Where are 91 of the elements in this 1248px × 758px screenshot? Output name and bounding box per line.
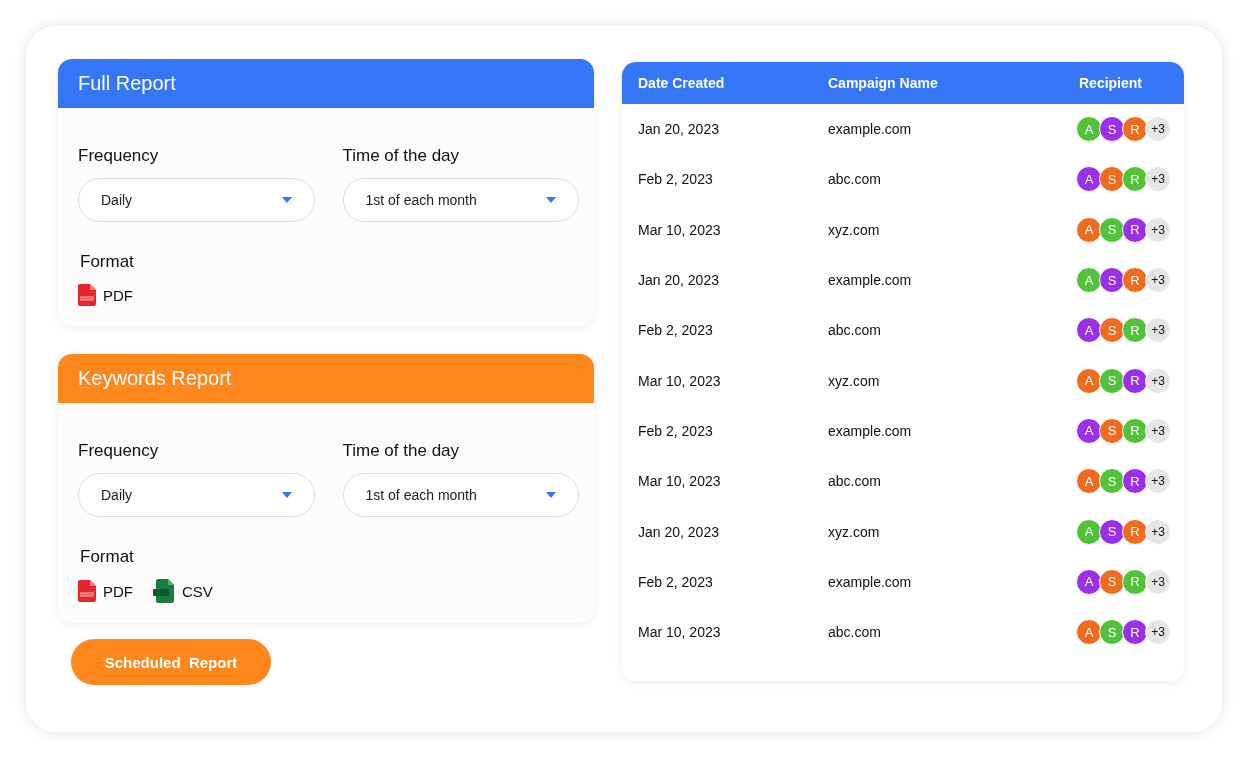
caret-icon <box>281 197 292 203</box>
column-header: Campaign Name <box>828 75 939 91</box>
avatar: R <box>1122 568 1148 595</box>
avatar: S <box>1099 216 1125 243</box>
panel-title: Full Report <box>78 72 176 95</box>
avatar: A <box>1076 317 1102 344</box>
more-count: +3 <box>1145 267 1171 294</box>
format-label: Format <box>80 547 135 567</box>
avatar: S <box>1099 166 1125 193</box>
table-cell-text: Mar 10, 2023 <box>637 372 722 389</box>
table-cell-text: abc.com <box>828 171 882 188</box>
avatar: R <box>1122 267 1148 294</box>
field-label: Time of the day <box>342 146 461 166</box>
avatar: R <box>1122 468 1148 495</box>
more-count: +3 <box>1145 317 1171 344</box>
more-count: +3 <box>1145 568 1171 595</box>
avatar: S <box>1099 116 1125 143</box>
avatar: A <box>1076 367 1102 394</box>
caret-icon <box>546 492 556 498</box>
avatar: A <box>1076 619 1102 646</box>
more-count: +3 <box>1145 417 1171 444</box>
more-count: +3 <box>1145 518 1171 545</box>
more-count: +3 <box>1145 619 1171 646</box>
caret-icon <box>281 492 292 498</box>
table-cell-text: abc.com <box>828 473 882 490</box>
avatar: S <box>1099 367 1125 394</box>
table-cell-text: Jan 20, 2023 <box>637 523 720 540</box>
table-cell-text: example.com <box>828 573 913 590</box>
avatar: R <box>1122 317 1148 344</box>
field-label: Frequency <box>78 146 160 166</box>
table-cell-text: Feb 2, 2023 <box>637 171 714 188</box>
format-option[interactable]: PDF <box>78 579 133 603</box>
table-cell-text: Mar 10, 2023 <box>637 624 722 641</box>
table-cell-text: Jan 20, 2023 <box>637 272 720 289</box>
format-option[interactable]: PDF <box>78 284 133 306</box>
avatar: A <box>1076 267 1102 294</box>
avatar: R <box>1122 166 1148 193</box>
avatar: R <box>1122 116 1148 143</box>
pdf-file-icon <box>78 284 96 306</box>
table-cell-text: Mar 10, 2023 <box>637 473 722 490</box>
pdf-file-icon <box>78 580 96 602</box>
table-cell-text: xyz.com <box>828 221 881 238</box>
table-cell-text: Jan 20, 2023 <box>637 121 720 138</box>
avatar: R <box>1122 417 1148 444</box>
more-count: +3 <box>1145 367 1171 394</box>
avatar: R <box>1122 216 1148 243</box>
caret-icon <box>546 197 556 203</box>
csv-file-icon <box>153 579 175 603</box>
more-count: +3 <box>1145 166 1171 193</box>
avatar: R <box>1122 518 1148 545</box>
table-cell-text: example.com <box>828 121 913 138</box>
format-option[interactable]: CSV <box>153 579 213 603</box>
avatar: A <box>1076 166 1102 193</box>
more-count: +3 <box>1145 216 1171 243</box>
avatar: S <box>1099 468 1125 495</box>
avatar: A <box>1076 468 1102 495</box>
avatar: A <box>1076 216 1102 243</box>
avatar: A <box>1076 116 1102 143</box>
table-cell-text: xyz.com <box>828 372 881 389</box>
avatar: S <box>1099 417 1125 444</box>
field-label: Frequency <box>78 441 160 461</box>
column-header: Date Created <box>637 75 726 91</box>
table-cell-text: Mar 10, 2023 <box>637 221 722 238</box>
avatar: S <box>1099 568 1125 595</box>
table-cell-text: abc.com <box>828 322 882 339</box>
avatar: A <box>1076 518 1102 545</box>
table-cell-text: example.com <box>828 422 913 439</box>
panel-title: Keywords Report <box>78 367 232 390</box>
dropdown-field[interactable]: Daily <box>78 178 315 222</box>
dropdown-field[interactable]: 1st of each month <box>342 473 579 517</box>
table-cell-text: abc.com <box>828 624 882 641</box>
avatar: S <box>1099 267 1125 294</box>
avatar: R <box>1122 367 1148 394</box>
table-cell-text: Feb 2, 2023 <box>637 322 714 339</box>
column-header: Recipient <box>1078 75 1143 91</box>
field-label: Time of the day <box>342 441 461 461</box>
dropdown-field[interactable]: 1st of each month <box>342 178 579 222</box>
avatar: R <box>1122 619 1148 646</box>
table-cell-text: xyz.com <box>828 523 881 540</box>
table-cell-text: Feb 2, 2023 <box>637 422 714 439</box>
avatar: S <box>1099 518 1125 545</box>
avatar: A <box>1076 417 1102 444</box>
table-cell-text: example.com <box>828 272 913 289</box>
avatar: S <box>1099 619 1125 646</box>
more-count: +3 <box>1145 116 1171 143</box>
dropdown-field[interactable]: Daily <box>78 473 315 517</box>
format-label: Format <box>80 252 135 272</box>
avatar: S <box>1099 317 1125 344</box>
table-cell-text: Feb 2, 2023 <box>637 573 714 590</box>
more-count: +3 <box>1145 468 1171 495</box>
avatar: A <box>1076 568 1102 595</box>
